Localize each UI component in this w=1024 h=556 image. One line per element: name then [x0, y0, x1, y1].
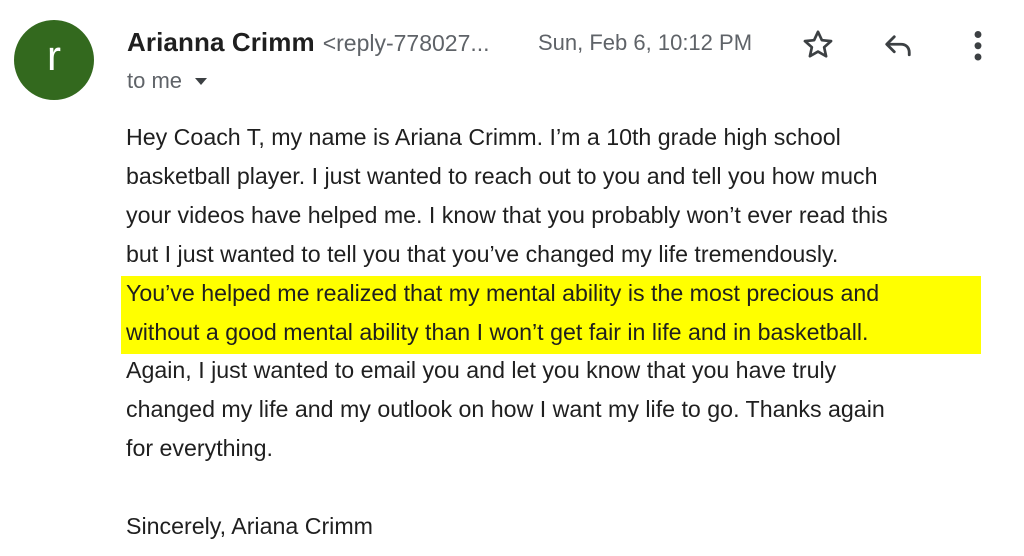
recipient-details-toggle[interactable]: to me	[127, 68, 208, 94]
avatar[interactable]: r	[14, 20, 94, 100]
sender-name[interactable]: Arianna Crimm	[127, 27, 315, 58]
signoff: Sincerely, Ariana Crimm	[126, 513, 373, 539]
body-line: your videos have helped me. I know that …	[126, 201, 888, 228]
message-body: Hey Coach T, my name is Ariana Crimm. I’…	[126, 118, 1006, 468]
message-timestamp: Sun, Feb 6, 10:12 PM	[538, 30, 753, 55]
sender-header: Arianna Crimm <reply-778027...	[127, 27, 490, 59]
body-line: but I just wanted to tell you that you’v…	[126, 240, 839, 267]
reply-icon[interactable]	[880, 27, 916, 63]
body-line: basketball player. I just wanted to reac…	[126, 162, 878, 189]
body-line: Hey Coach T, my name is Ariana Crimm. I’…	[126, 124, 841, 150]
body-line-highlighted: You’ve helped me realized that my mental…	[126, 279, 880, 306]
body-line: changed my life and my outlook on how I …	[126, 396, 885, 423]
body-line: Again, I just wanted to email you and le…	[126, 357, 837, 384]
sender-email[interactable]: <reply-778027...	[323, 30, 490, 57]
star-icon[interactable]	[800, 27, 836, 63]
chevron-down-icon[interactable]	[194, 76, 208, 86]
body-line: for everything.	[126, 435, 273, 462]
recipient-label: to me	[127, 68, 183, 93]
body-line-highlighted: without a good mental ability than I won…	[126, 318, 869, 345]
more-vertical-icon[interactable]	[963, 27, 993, 63]
